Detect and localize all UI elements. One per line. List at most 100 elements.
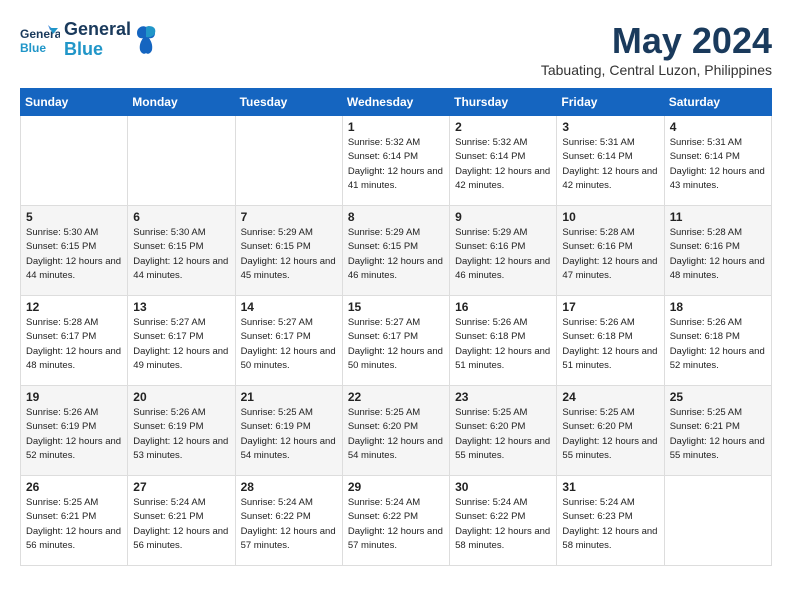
day-number: 6 xyxy=(133,210,229,224)
cell-info: Sunrise: 5:25 AMSunset: 6:21 PMDaylight:… xyxy=(670,406,766,463)
calendar-week-3: 12 Sunrise: 5:28 AMSunset: 6:17 PMDayligh… xyxy=(21,296,772,386)
cell-info: Sunrise: 5:25 AMSunset: 6:20 PMDaylight:… xyxy=(348,406,444,463)
cell-info: Sunrise: 5:30 AMSunset: 6:15 PMDaylight:… xyxy=(26,226,122,283)
day-number: 22 xyxy=(348,390,444,404)
day-number: 4 xyxy=(670,120,766,134)
weekday-header-monday: Monday xyxy=(128,89,235,116)
calendar-week-4: 19 Sunrise: 5:26 AMSunset: 6:19 PMDayligh… xyxy=(21,386,772,476)
calendar-cell: 6 Sunrise: 5:30 AMSunset: 6:15 PMDaylight… xyxy=(128,206,235,296)
cell-info: Sunrise: 5:26 AMSunset: 6:19 PMDaylight:… xyxy=(26,406,122,463)
day-number: 15 xyxy=(348,300,444,314)
day-number: 24 xyxy=(562,390,658,404)
day-number: 31 xyxy=(562,480,658,494)
calendar-cell: 5 Sunrise: 5:30 AMSunset: 6:15 PMDaylight… xyxy=(21,206,128,296)
calendar-cell xyxy=(235,116,342,206)
cell-info: Sunrise: 5:26 AMSunset: 6:19 PMDaylight:… xyxy=(133,406,229,463)
cell-info: Sunrise: 5:27 AMSunset: 6:17 PMDaylight:… xyxy=(348,316,444,373)
cell-info: Sunrise: 5:25 AMSunset: 6:20 PMDaylight:… xyxy=(455,406,551,463)
cell-info: Sunrise: 5:30 AMSunset: 6:15 PMDaylight:… xyxy=(133,226,229,283)
cell-info: Sunrise: 5:32 AMSunset: 6:14 PMDaylight:… xyxy=(455,136,551,193)
logo: General Blue General Blue xyxy=(20,20,157,60)
calendar-cell: 10 Sunrise: 5:28 AMSunset: 6:16 PMDayligh… xyxy=(557,206,664,296)
calendar-week-1: 1 Sunrise: 5:32 AMSunset: 6:14 PMDaylight… xyxy=(21,116,772,206)
logo-icon: General Blue xyxy=(20,20,60,60)
calendar-cell: 14Sunrise: 5:27 AMSunset: 6:17 PMDayligh… xyxy=(235,296,342,386)
cell-info: Sunrise: 5:25 AMSunset: 6:19 PMDaylight:… xyxy=(241,406,337,463)
calendar-cell: 9Sunrise: 5:29 AMSunset: 6:16 PMDaylight… xyxy=(450,206,557,296)
cell-info: Sunrise: 5:29 AMSunset: 6:15 PMDaylight:… xyxy=(241,226,337,283)
calendar-cell: 24 Sunrise: 5:25 AMSunset: 6:20 PMDayligh… xyxy=(557,386,664,476)
calendar-cell: 15 Sunrise: 5:27 AMSunset: 6:17 PMDayligh… xyxy=(342,296,449,386)
weekday-header-saturday: Saturday xyxy=(664,89,771,116)
day-number: 1 xyxy=(348,120,444,134)
cell-info: Sunrise: 5:28 AMSunset: 6:17 PMDaylight:… xyxy=(26,316,122,373)
day-number: 21 xyxy=(241,390,337,404)
calendar-week-2: 5 Sunrise: 5:30 AMSunset: 6:15 PMDaylight… xyxy=(21,206,772,296)
cell-info: Sunrise: 5:28 AMSunset: 6:16 PMDaylight:… xyxy=(670,226,766,283)
calendar-cell: 12 Sunrise: 5:28 AMSunset: 6:17 PMDayligh… xyxy=(21,296,128,386)
cell-info: Sunrise: 5:28 AMSunset: 6:16 PMDaylight:… xyxy=(562,226,658,283)
cell-info: Sunrise: 5:29 AMSunset: 6:15 PMDaylight:… xyxy=(348,226,444,283)
day-number: 20 xyxy=(133,390,229,404)
calendar-cell: 18Sunrise: 5:26 AMSunset: 6:18 PMDayligh… xyxy=(664,296,771,386)
calendar-cell: 19 Sunrise: 5:26 AMSunset: 6:19 PMDayligh… xyxy=(21,386,128,476)
day-number: 18 xyxy=(670,300,766,314)
day-number: 25 xyxy=(670,390,766,404)
calendar-cell: 22 Sunrise: 5:25 AMSunset: 6:20 PMDayligh… xyxy=(342,386,449,476)
cell-info: Sunrise: 5:26 AMSunset: 6:18 PMDaylight:… xyxy=(455,316,551,373)
day-number: 19 xyxy=(26,390,122,404)
day-number: 8 xyxy=(348,210,444,224)
weekday-header-wednesday: Wednesday xyxy=(342,89,449,116)
logo-text: General Blue xyxy=(64,20,131,60)
cell-info: Sunrise: 5:31 AMSunset: 6:14 PMDaylight:… xyxy=(562,136,658,193)
calendar-cell: 7 Sunrise: 5:29 AMSunset: 6:15 PMDaylight… xyxy=(235,206,342,296)
weekday-header-thursday: Thursday xyxy=(450,89,557,116)
day-number: 23 xyxy=(455,390,551,404)
calendar-cell xyxy=(128,116,235,206)
day-number: 7 xyxy=(241,210,337,224)
day-number: 16 xyxy=(455,300,551,314)
day-number: 17 xyxy=(562,300,658,314)
cell-info: Sunrise: 5:25 AMSunset: 6:20 PMDaylight:… xyxy=(562,406,658,463)
cell-info: Sunrise: 5:24 AMSunset: 6:21 PMDaylight:… xyxy=(133,496,229,553)
calendar-cell: 30 Sunrise: 5:24 AMSunset: 6:22 PMDayligh… xyxy=(450,476,557,566)
calendar-cell: 20 Sunrise: 5:26 AMSunset: 6:19 PMDayligh… xyxy=(128,386,235,476)
cell-info: Sunrise: 5:27 AMSunset: 6:17 PMDaylight:… xyxy=(241,316,337,373)
calendar-cell: 26Sunrise: 5:25 AMSunset: 6:21 PMDayligh… xyxy=(21,476,128,566)
calendar-cell: 2 Sunrise: 5:32 AMSunset: 6:14 PMDaylight… xyxy=(450,116,557,206)
day-number: 11 xyxy=(670,210,766,224)
day-number: 10 xyxy=(562,210,658,224)
cell-info: Sunrise: 5:24 AMSunset: 6:22 PMDaylight:… xyxy=(241,496,337,553)
cell-info: Sunrise: 5:24 AMSunset: 6:22 PMDaylight:… xyxy=(455,496,551,553)
day-number: 28 xyxy=(241,480,337,494)
calendar-cell: 21 Sunrise: 5:25 AMSunset: 6:19 PMDayligh… xyxy=(235,386,342,476)
cell-info: Sunrise: 5:24 AMSunset: 6:23 PMDaylight:… xyxy=(562,496,658,553)
cell-info: Sunrise: 5:27 AMSunset: 6:17 PMDaylight:… xyxy=(133,316,229,373)
calendar-cell: 16 Sunrise: 5:26 AMSunset: 6:18 PMDayligh… xyxy=(450,296,557,386)
day-number: 29 xyxy=(348,480,444,494)
cell-info: Sunrise: 5:26 AMSunset: 6:18 PMDaylight:… xyxy=(562,316,658,373)
day-number: 27 xyxy=(133,480,229,494)
calendar-cell: 17 Sunrise: 5:26 AMSunset: 6:18 PMDayligh… xyxy=(557,296,664,386)
cell-info: Sunrise: 5:25 AMSunset: 6:21 PMDaylight:… xyxy=(26,496,122,553)
bird-icon xyxy=(135,25,157,55)
calendar-week-5: 26Sunrise: 5:25 AMSunset: 6:21 PMDayligh… xyxy=(21,476,772,566)
title-area: May 2024 Tabuating, Central Luzon, Phili… xyxy=(541,20,772,78)
weekday-header-friday: Friday xyxy=(557,89,664,116)
weekday-header-row: SundayMondayTuesdayWednesdayThursdayFrid… xyxy=(21,89,772,116)
day-number: 12 xyxy=(26,300,122,314)
calendar-cell: 28 Sunrise: 5:24 AMSunset: 6:22 PMDayligh… xyxy=(235,476,342,566)
calendar-table: SundayMondayTuesdayWednesdayThursdayFrid… xyxy=(20,88,772,566)
calendar-cell: 8 Sunrise: 5:29 AMSunset: 6:15 PMDaylight… xyxy=(342,206,449,296)
day-number: 3 xyxy=(562,120,658,134)
calendar-cell: 1Sunrise: 5:32 AMSunset: 6:14 PMDaylight… xyxy=(342,116,449,206)
weekday-header-tuesday: Tuesday xyxy=(235,89,342,116)
calendar-cell: 3 Sunrise: 5:31 AMSunset: 6:14 PMDaylight… xyxy=(557,116,664,206)
calendar-cell: 13Sunrise: 5:27 AMSunset: 6:17 PMDayligh… xyxy=(128,296,235,386)
day-number: 30 xyxy=(455,480,551,494)
month-title: May 2024 xyxy=(541,20,772,62)
day-number: 5 xyxy=(26,210,122,224)
calendar-cell: 27 Sunrise: 5:24 AMSunset: 6:21 PMDayligh… xyxy=(128,476,235,566)
day-number: 2 xyxy=(455,120,551,134)
calendar-cell: 25 Sunrise: 5:25 AMSunset: 6:21 PMDayligh… xyxy=(664,386,771,476)
